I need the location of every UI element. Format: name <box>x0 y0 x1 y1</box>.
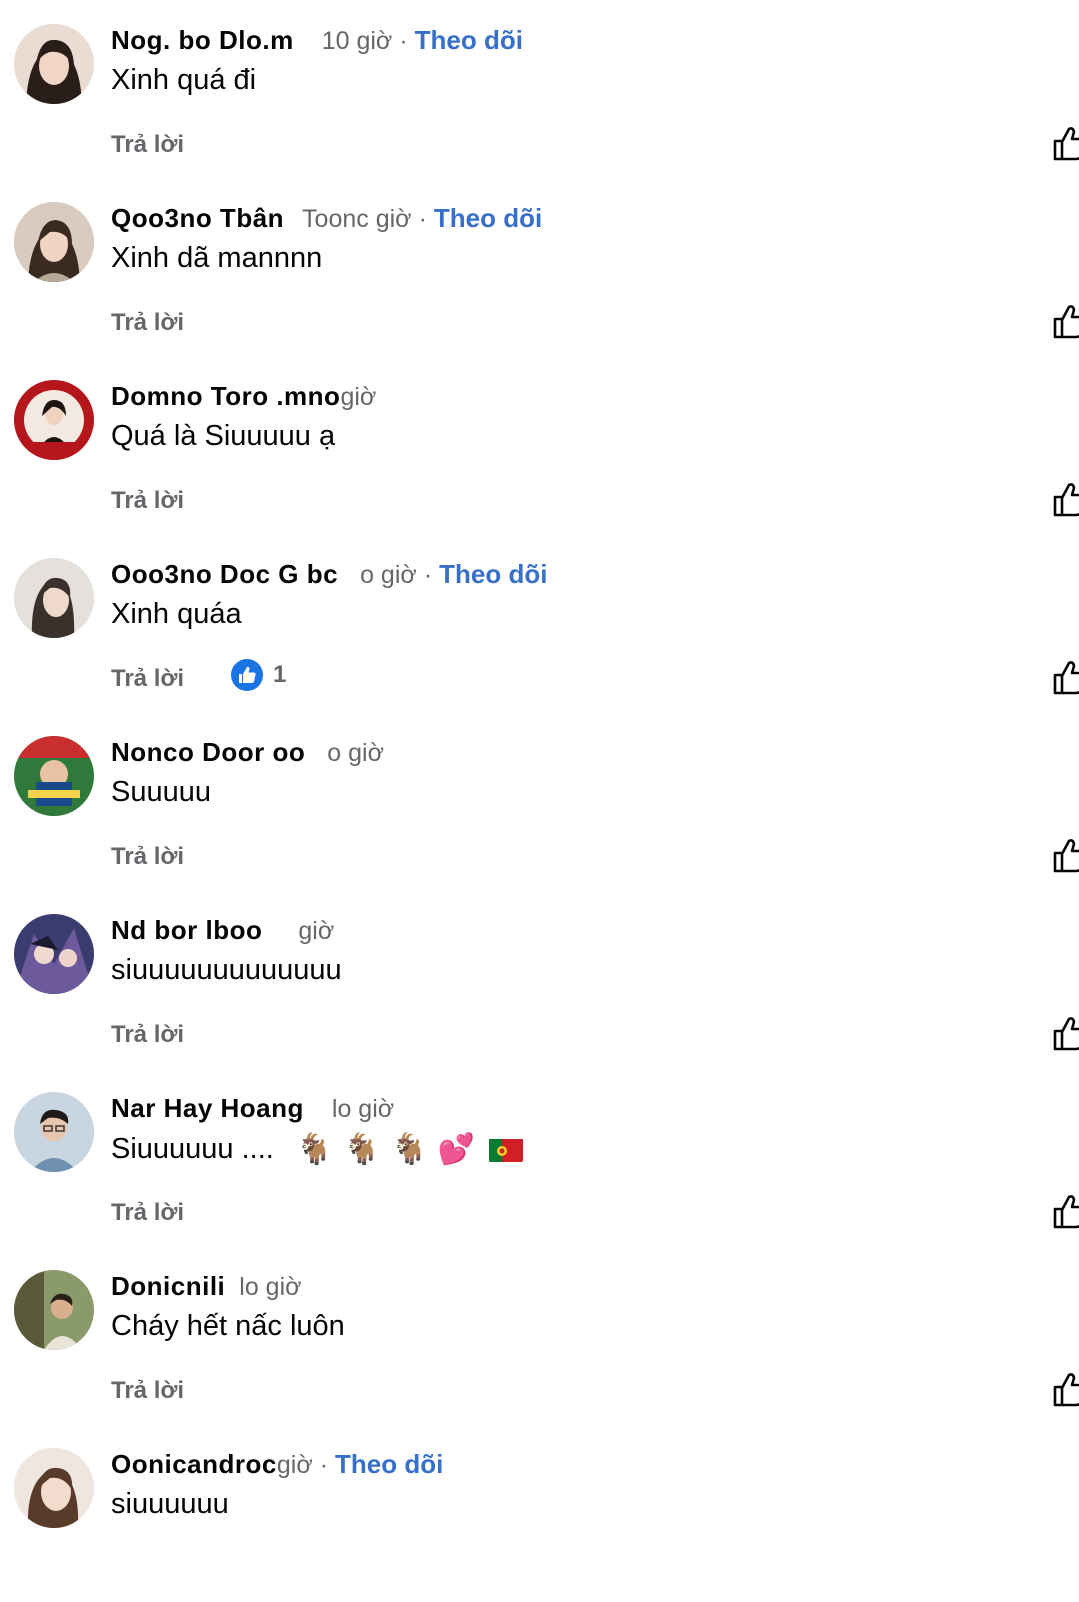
reaction-count: 1 <box>273 661 287 688</box>
comment-time: o giờ <box>327 739 384 767</box>
avatar[interactable] <box>14 736 94 816</box>
comment-meta: Ooo3no Doc G bc o giờ · Theo dõi <box>111 559 547 593</box>
goat-emoji: 🐐 <box>295 1133 334 1166</box>
reaction-summary[interactable]: 1 <box>231 659 286 691</box>
separator-dot: · <box>418 205 427 233</box>
avatar[interactable] <box>14 202 94 282</box>
author-name[interactable]: Donicnili <box>111 1271 225 1302</box>
comment-text: siuuuuuuuuuuuuu <box>111 954 342 986</box>
like-icon[interactable] <box>1052 481 1079 517</box>
comment-text-body: Siuuuuuu .... <box>111 1133 274 1165</box>
comment-item: Donicnili lo giờ Cháy hết nấc luôn Trả l… <box>0 1246 1079 1424</box>
comment-item: Domno Toro .mno giờ Quá là Siuuuuu ạ Trả… <box>0 356 1079 534</box>
like-icon[interactable] <box>1052 837 1079 873</box>
like-icon[interactable] <box>1052 125 1079 161</box>
comment-meta: Nar Hay Hoang lo giờ <box>111 1093 394 1127</box>
author-name[interactable]: Nar Hay Hoang <box>111 1093 304 1124</box>
author-name[interactable]: Nonco Door oo <box>111 737 305 768</box>
like-icon[interactable] <box>1052 659 1079 695</box>
comment-meta: Donicnili lo giờ <box>111 1271 302 1305</box>
author-name[interactable]: Nd bor lboo <box>111 915 262 946</box>
comment-meta: Nd bor lboo giờ <box>111 915 334 949</box>
author-name[interactable]: Qoo3no Tbân <box>111 203 284 234</box>
comment-text: Xinh quáa <box>111 598 242 630</box>
reply-button[interactable]: Trả lời <box>111 665 184 693</box>
comment-item: Oonicandroc giờ · Theo dõi siuuuuuu <box>0 1424 1079 1602</box>
comment-item: Ooo3no Doc G bc o giờ · Theo dõi Xinh qu… <box>0 534 1079 712</box>
comment-item: Nog. bo Dlo.m 10 giờ · Theo dõi Xinh quá… <box>0 0 1079 178</box>
separator-dot: · <box>319 1451 329 1479</box>
reply-button[interactable]: Trả lời <box>111 487 184 515</box>
comment-text: Xinh quá đi <box>111 64 257 96</box>
avatar[interactable] <box>14 1270 94 1350</box>
avatar[interactable] <box>14 1448 94 1528</box>
comment-time: 10 giờ <box>321 27 393 55</box>
separator-dot: · <box>423 561 433 589</box>
comment-item: Nd bor lboo giờ siuuuuuuuuuuuuu Trả lời <box>0 890 1079 1068</box>
goat-emoji: 🐐 <box>390 1133 428 1166</box>
like-icon[interactable] <box>1052 303 1079 339</box>
like-icon[interactable] <box>1052 1371 1079 1407</box>
comment-meta: Domno Toro .mno giờ <box>111 381 376 415</box>
like-icon[interactable] <box>1052 1193 1079 1229</box>
comment-text: Cháy hết nấc luôn <box>111 1310 345 1342</box>
like-icon[interactable] <box>1052 1015 1079 1051</box>
reply-button[interactable]: Trả lời <box>111 309 184 337</box>
comment-text: Xinh dã mannnn <box>111 242 323 274</box>
comment-time: lo giờ <box>239 1273 302 1301</box>
comment-time: lo giờ <box>331 1095 395 1123</box>
avatar[interactable] <box>14 24 94 104</box>
avatar[interactable] <box>14 558 94 638</box>
avatar[interactable] <box>14 380 94 460</box>
two-hearts-emoji: 💕 <box>437 1133 476 1166</box>
reply-button[interactable]: Trả lời <box>111 843 184 871</box>
follow-button[interactable]: Theo dõi <box>439 559 547 590</box>
avatar[interactable] <box>14 914 94 994</box>
like-reaction-icon <box>231 659 263 691</box>
comment-time: giờ <box>340 383 377 411</box>
comment-meta: Nonco Door oo o giờ <box>111 737 384 771</box>
follow-button[interactable]: Theo dõi <box>415 25 523 56</box>
author-name[interactable]: Domno Toro .mno <box>111 381 340 412</box>
comment-meta: Oonicandroc giờ · Theo dõi <box>111 1449 443 1483</box>
follow-button[interactable]: Theo dõi <box>434 203 542 234</box>
comment-meta: Qoo3no Tbân Toonc giờ · Theo dõi <box>111 203 542 237</box>
reply-button[interactable]: Trả lời <box>111 131 184 159</box>
follow-button[interactable]: Theo dõi <box>335 1449 443 1480</box>
comment-meta: Nog. bo Dlo.m 10 giờ · Theo dõi <box>111 25 523 59</box>
goat-emoji: 🐐 <box>343 1133 381 1166</box>
author-name[interactable]: Ooo3no Doc G bc <box>111 559 338 590</box>
comment-time: Toonc giờ <box>302 205 412 233</box>
comment-item: Nar Hay Hoang lo giờ Siuuuuuu .... 🐐 🐐 🐐… <box>0 1068 1079 1246</box>
reply-button[interactable]: Trả lời <box>111 1199 184 1227</box>
comment-text: Quá là Siuuuuu ạ <box>111 420 336 452</box>
comment-time: o giờ <box>360 561 417 589</box>
reply-button[interactable]: Trả lời <box>111 1021 184 1049</box>
separator-dot: · <box>399 27 408 55</box>
portugal-flag-icon <box>489 1138 524 1162</box>
avatar[interactable] <box>14 1092 94 1172</box>
comment-text: siuuuuuu <box>111 1488 229 1520</box>
author-name[interactable]: Oonicandroc <box>111 1449 277 1480</box>
reply-button[interactable]: Trả lời <box>111 1377 184 1405</box>
comment-time: giờ <box>298 917 335 945</box>
comment-text: Siuuuuuu .... 🐐 🐐 🐐 💕 <box>111 1132 524 1167</box>
comment-time: giờ <box>276 1451 313 1479</box>
comment-item: Qoo3no Tbân Toonc giờ · Theo dõi Xinh dã… <box>0 178 1079 356</box>
comment-item: Nonco Door oo o giờ Suuuuu Trả lời <box>0 712 1079 890</box>
comment-text: Suuuuu <box>111 776 211 808</box>
author-name[interactable]: Nog. bo Dlo.m <box>111 25 294 56</box>
